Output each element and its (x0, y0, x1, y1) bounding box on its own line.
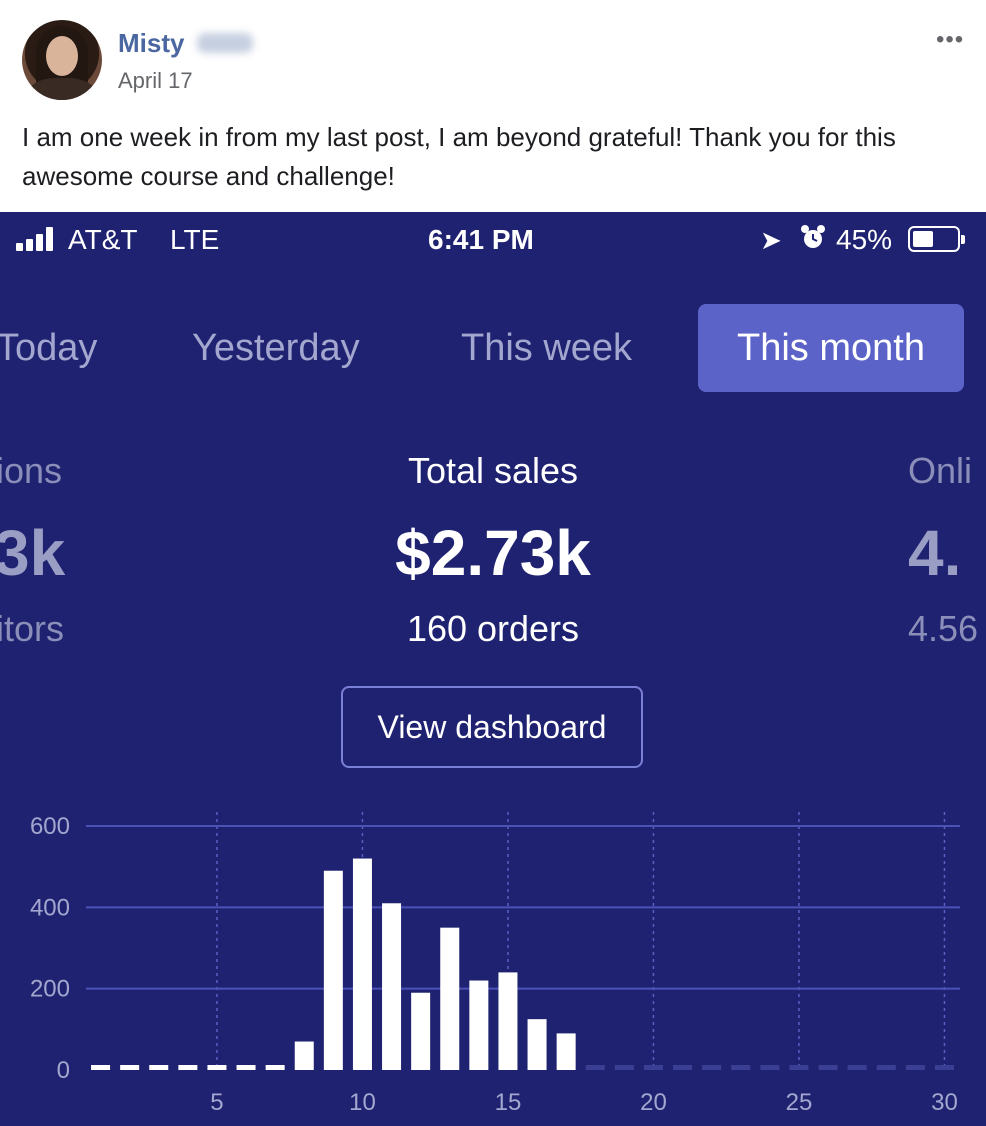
bar (702, 1065, 722, 1070)
x-tick-label: 15 (495, 1089, 522, 1116)
bar (934, 1065, 954, 1070)
sales-bar-chart: 0 200 400 600 5 10 15 20 25 30 (30, 812, 960, 1116)
battery-nub (961, 235, 965, 244)
post-date[interactable]: April 17 (118, 68, 193, 94)
y-tick-label: 600 (30, 813, 70, 840)
bar (556, 1033, 576, 1070)
status-time: 6:41 PM (428, 224, 534, 255)
network-type: LTE (170, 224, 220, 255)
bar (149, 1065, 169, 1070)
post-text: I am one week in from my last post, I am… (22, 122, 896, 191)
bar (585, 1065, 605, 1070)
alarm-clock-icon (801, 225, 825, 248)
bar (236, 1065, 256, 1070)
battery-icon (908, 226, 965, 252)
battery-fill (913, 231, 933, 247)
bar (614, 1065, 634, 1070)
bar (469, 980, 489, 1070)
bar (847, 1065, 867, 1070)
bar (294, 1041, 314, 1070)
avatar-face (46, 36, 78, 76)
x-tick-label: 10 (349, 1089, 376, 1116)
more-options-icon[interactable]: ••• (936, 26, 964, 54)
bar (498, 972, 518, 1070)
metric-orders: 160 orders (406, 608, 580, 649)
bar (352, 858, 372, 1070)
bar (760, 1065, 780, 1070)
view-dashboard-button[interactable]: View dashboard (341, 686, 643, 768)
location-arrow-icon: ➤ (760, 225, 782, 255)
metric-total-sales-label: Total sales (407, 450, 579, 491)
bar (91, 1065, 111, 1070)
x-tick-label: 5 (210, 1089, 223, 1116)
bar (731, 1065, 751, 1070)
tab-yesterday[interactable]: Yesterday (192, 304, 360, 392)
bar (905, 1065, 925, 1070)
avatar-shoulders (28, 78, 96, 100)
bar (265, 1065, 285, 1070)
bar (411, 992, 431, 1070)
bar (178, 1065, 198, 1070)
y-tick-label: 0 (57, 1057, 70, 1084)
bar (120, 1065, 140, 1070)
avatar[interactable] (22, 20, 102, 100)
metric-total-sales-value: $2.73k (395, 517, 591, 589)
x-tick-label: 25 (786, 1089, 813, 1116)
y-tick-label: 400 (30, 894, 70, 921)
bar (818, 1065, 838, 1070)
x-tick-label: 30 (931, 1089, 958, 1116)
tab-this-month[interactable]: This month (698, 304, 964, 392)
bar (323, 870, 343, 1070)
y-tick-label: 200 (30, 976, 70, 1003)
bar (673, 1065, 693, 1070)
signal-icon (16, 227, 60, 251)
bar (527, 1019, 547, 1070)
bar (643, 1065, 663, 1070)
bar (382, 903, 402, 1070)
tab-this-week[interactable]: This week (461, 304, 632, 392)
metric-right-sub: 4.56 (908, 608, 979, 649)
author-surname-redacted (197, 33, 253, 53)
period-tabs: Today Yesterday This week This month (0, 304, 986, 396)
bar (440, 927, 460, 1070)
tab-today[interactable]: Today (0, 304, 97, 392)
carrier-name: AT&T (68, 224, 138, 255)
bar (876, 1065, 896, 1070)
bar (207, 1065, 227, 1070)
battery-percent: 45% (836, 224, 893, 255)
status-bar: AT&T LTE 6:41 PM ➤ 45% (0, 212, 986, 268)
metric-right-label: Onli (908, 450, 973, 491)
author-name[interactable]: Misty (118, 28, 184, 59)
bar (789, 1065, 809, 1070)
x-tick-label: 20 (640, 1089, 667, 1116)
sales-screenshot: AT&T LTE 6:41 PM ➤ 45% Today Yesterday T… (0, 212, 986, 1126)
metric-right-value: 4. (908, 517, 962, 589)
